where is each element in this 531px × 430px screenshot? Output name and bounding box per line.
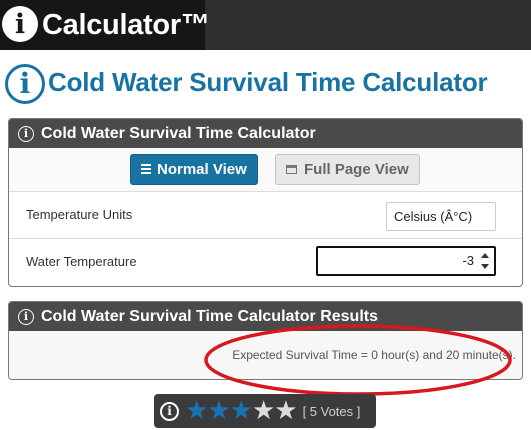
info-icon: i — [160, 401, 179, 421]
page-title: Cold Water Survival Time Calculator — [48, 67, 488, 97]
info-icon: i — [5, 64, 45, 104]
red-ellipse-annotation — [204, 324, 512, 396]
spinner-up-icon[interactable] — [481, 253, 489, 258]
star-rating[interactable]: ★★★★★ — [185, 396, 298, 426]
water-temperature-label: Water Temperature — [26, 254, 137, 269]
calculator-panel: i Cold Water Survival Time Calculator No… — [8, 118, 523, 287]
annotation-ellipse — [204, 324, 512, 396]
spinner-down-icon[interactable] — [481, 264, 489, 269]
number-spinner[interactable] — [480, 253, 490, 269]
rating-widget: i ★★★★★ [ 5 Votes ] — [154, 394, 376, 428]
window-icon — [286, 165, 297, 174]
star-icon[interactable]: ★ — [230, 396, 253, 426]
temperature-units-row: Temperature Units Celsius (Â°C) — [9, 192, 522, 239]
star-icon[interactable]: ★ — [185, 396, 208, 426]
normal-view-label: Normal View — [157, 161, 247, 178]
calculator-panel-title: Cold Water Survival Time Calculator — [41, 124, 316, 142]
temperature-units-label: Temperature Units — [26, 207, 133, 222]
star-icon[interactable]: ★ — [274, 396, 297, 426]
brand[interactable]: i Calculator™ — [0, 0, 210, 50]
full-page-view-label: Full Page View — [304, 161, 409, 178]
info-icon: i — [18, 308, 34, 325]
star-icon[interactable]: ★ — [252, 396, 275, 426]
top-banner: i Calculator™ — [0, 0, 531, 50]
calculator-panel-header: i Cold Water Survival Time Calculator — [9, 119, 522, 148]
info-icon: i — [2, 6, 38, 42]
list-icon — [141, 164, 151, 175]
view-toggle-row: Normal View Full Page View — [9, 148, 522, 192]
water-temperature-input[interactable]: -3 — [316, 246, 496, 276]
full-page-view-button[interactable]: Full Page View — [275, 154, 420, 185]
info-icon: i — [18, 125, 34, 142]
normal-view-button[interactable]: Normal View — [130, 154, 258, 185]
brand-title: Calculator™ — [42, 9, 210, 41]
star-icon[interactable]: ★ — [207, 396, 230, 426]
temperature-units-select[interactable]: Celsius (Â°C) — [386, 202, 496, 231]
votes-count: [ 5 Votes ] — [302, 403, 361, 419]
water-temperature-row: Water Temperature -3 — [9, 239, 522, 286]
